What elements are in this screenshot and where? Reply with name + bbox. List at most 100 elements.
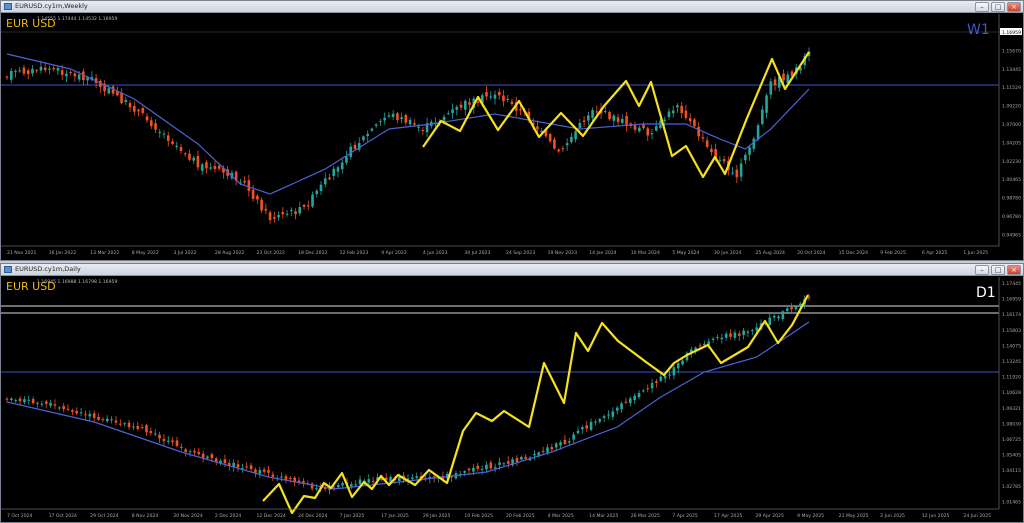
close-icon[interactable]: × — [1007, 265, 1021, 275]
candle-body — [447, 113, 450, 115]
candle-body — [541, 450, 545, 452]
date-tick-label: 30 Jul 2023 — [464, 250, 490, 256]
candle-body — [315, 190, 319, 195]
date-tick-label: 7 Oct 2024 — [7, 513, 33, 519]
candle-body — [107, 88, 111, 94]
candle-body — [123, 423, 126, 425]
candle-body — [66, 408, 70, 410]
candle-body — [302, 204, 306, 207]
candle-body — [206, 456, 209, 459]
close-icon[interactable]: × — [1007, 2, 1021, 12]
candle-body — [581, 427, 584, 430]
candle-body — [14, 400, 18, 402]
candle-body — [97, 416, 100, 420]
candle-body — [14, 71, 17, 73]
candle-body — [39, 66, 43, 71]
candle-body — [688, 118, 692, 122]
date-tick-label: 7 Jan 2025 — [340, 513, 365, 519]
candle-body — [354, 484, 357, 486]
weekly-zigzag — [422, 51, 810, 179]
candle-body — [417, 126, 420, 128]
candle-body — [79, 412, 83, 414]
candle-body — [524, 456, 527, 459]
price-tick-label: 1.09220 — [1002, 104, 1021, 110]
candle-body — [582, 120, 586, 122]
daily-window-titlebar[interactable]: EURUSD.cy1m,Daily – □ × — [1, 264, 1023, 276]
date-tick-label: 29 Jan 2025 — [423, 513, 451, 519]
candle-body — [171, 440, 174, 443]
candle-body — [171, 141, 174, 144]
price-tick-label: 0.94965 — [1002, 232, 1021, 238]
candle-body — [214, 458, 218, 462]
candle-body — [489, 462, 493, 469]
candle-body — [587, 115, 590, 121]
candle-body — [332, 168, 336, 176]
candle-body — [289, 478, 292, 480]
candle-body — [323, 178, 327, 185]
candle-body — [404, 114, 408, 123]
candle-body — [166, 135, 170, 141]
candle-body — [722, 159, 726, 162]
date-tick-label: 15 Dec 2024 — [839, 250, 868, 256]
date-tick-label: 18 Dec 2022 — [298, 250, 327, 256]
candle-body — [22, 67, 26, 74]
candle-body — [637, 393, 641, 398]
date-tick-label: 9 May 2025 — [797, 513, 824, 519]
candle-body — [145, 425, 148, 433]
minimize-icon[interactable]: – — [975, 265, 989, 275]
candle-body — [184, 449, 188, 452]
weekly-chart-window[interactable]: EURUSD.cy1m,Weekly – □ × EUR USD 1.14555… — [0, 0, 1024, 261]
candle-body — [628, 398, 632, 404]
candle-body — [604, 111, 607, 113]
candle-body — [383, 117, 386, 121]
price-tick-label: 0.98780 — [1002, 196, 1021, 202]
candle-body — [782, 73, 785, 81]
price-tick-label: 1.16959 — [1002, 297, 1021, 303]
candle-body — [400, 117, 403, 120]
candle-body — [162, 438, 166, 442]
candle-body — [149, 431, 153, 434]
candle-body — [637, 127, 641, 132]
maximize-icon[interactable]: □ — [991, 2, 1005, 12]
date-tick-label: 14 Mar 2025 — [589, 513, 618, 519]
candle-body — [243, 180, 246, 183]
candle-body — [646, 388, 650, 390]
candle-body — [533, 453, 536, 456]
date-tick-label: 13 Mar 2022 — [90, 250, 119, 256]
candle-body — [5, 76, 9, 78]
candle-body — [92, 413, 96, 418]
weekly-window-titlebar[interactable]: EURUSD.cy1m,Weekly – □ × — [1, 1, 1023, 13]
daily-price-chart[interactable]: EUR USD 1.16945 1.16988 1.16798 1.16959 … — [1, 277, 1023, 523]
candle-body — [480, 468, 484, 470]
candle-body — [585, 425, 589, 429]
candle-body — [105, 418, 109, 422]
candle-body — [620, 118, 624, 123]
candle-body — [141, 108, 145, 113]
candle-body — [149, 120, 153, 127]
candle-body — [421, 130, 425, 132]
date-tick-label: 20 Oct 2024 — [797, 250, 825, 256]
price-tick-label: 1.02785 — [1002, 484, 1021, 490]
candle-body — [217, 165, 221, 169]
candle-body — [602, 416, 606, 418]
candle-body — [607, 414, 610, 416]
candle-body — [672, 367, 676, 376]
candle-body — [154, 123, 157, 130]
candle-body — [536, 126, 539, 130]
candle-body — [127, 422, 131, 428]
candle-body — [298, 207, 302, 214]
candle-body — [663, 119, 667, 121]
weekly-price-chart[interactable]: EUR USD 1.14555 1.17444 1.14532 1.16959 … — [1, 14, 1023, 261]
candle-body — [280, 476, 283, 478]
candle-body — [642, 124, 645, 129]
candle-body — [31, 68, 34, 74]
candle-body — [553, 139, 556, 149]
candle-body — [659, 376, 663, 381]
candle-body — [277, 214, 280, 218]
maximize-icon[interactable]: □ — [991, 265, 1005, 275]
candle-body — [200, 164, 204, 171]
candle-body — [114, 420, 118, 423]
weekly-timeframe-label: W1 — [967, 22, 990, 38]
daily-chart-window[interactable]: EURUSD.cy1m,Daily – □ × EUR USD 1.16945 … — [0, 263, 1024, 523]
minimize-icon[interactable]: – — [975, 2, 989, 12]
